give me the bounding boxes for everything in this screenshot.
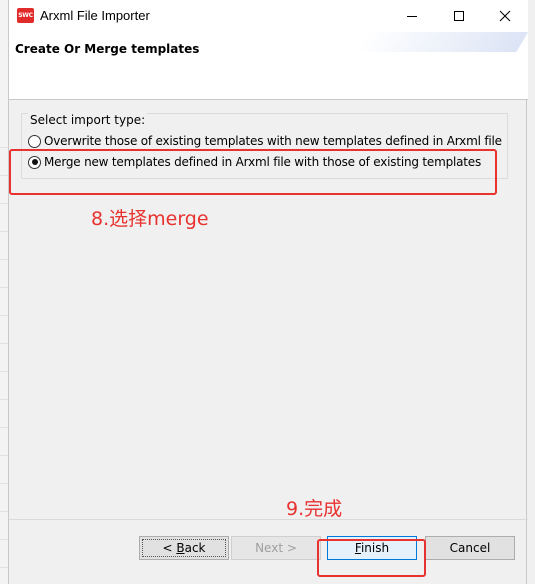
close-icon xyxy=(499,10,511,22)
window-title: Arxml File Importer xyxy=(40,8,150,23)
cancel-button[interactable]: Cancel xyxy=(425,536,515,560)
back-focus-ring xyxy=(142,539,226,557)
maximize-icon xyxy=(454,11,464,21)
minimize-button[interactable] xyxy=(389,0,435,32)
button-bar: < Back Next > Finish Cancel xyxy=(9,519,528,584)
import-type-legend: Select import type: xyxy=(28,113,148,127)
step9-annotation: 9.完成 xyxy=(286,498,343,520)
back-button[interactable]: < Back xyxy=(139,536,229,560)
finish-highlight-box xyxy=(317,539,426,577)
maximize-button[interactable] xyxy=(436,0,482,32)
merge-highlight-box xyxy=(9,149,497,195)
overwrite-label[interactable]: Overwrite those of existing templates wi… xyxy=(44,134,502,148)
page-title: Create Or Merge templates xyxy=(15,42,200,56)
step8-annotation: 8.选择merge xyxy=(91,208,209,230)
header-decoration xyxy=(356,32,528,52)
minimize-icon xyxy=(407,16,417,17)
overwrite-option[interactable]: Overwrite those of existing templates wi… xyxy=(28,134,502,148)
wizard-header: Create Or Merge templates xyxy=(9,32,528,100)
next-button[interactable]: Next > xyxy=(231,536,321,560)
title-bar[interactable]: SWC Arxml File Importer xyxy=(9,0,528,32)
app-icon: SWC xyxy=(17,8,34,23)
wizard-content: Select import type: Overwrite those of e… xyxy=(9,101,528,520)
importer-dialog: SWC Arxml File Importer Create Or Merge … xyxy=(8,0,528,584)
overwrite-radio[interactable] xyxy=(28,134,41,148)
close-button[interactable] xyxy=(482,0,528,32)
